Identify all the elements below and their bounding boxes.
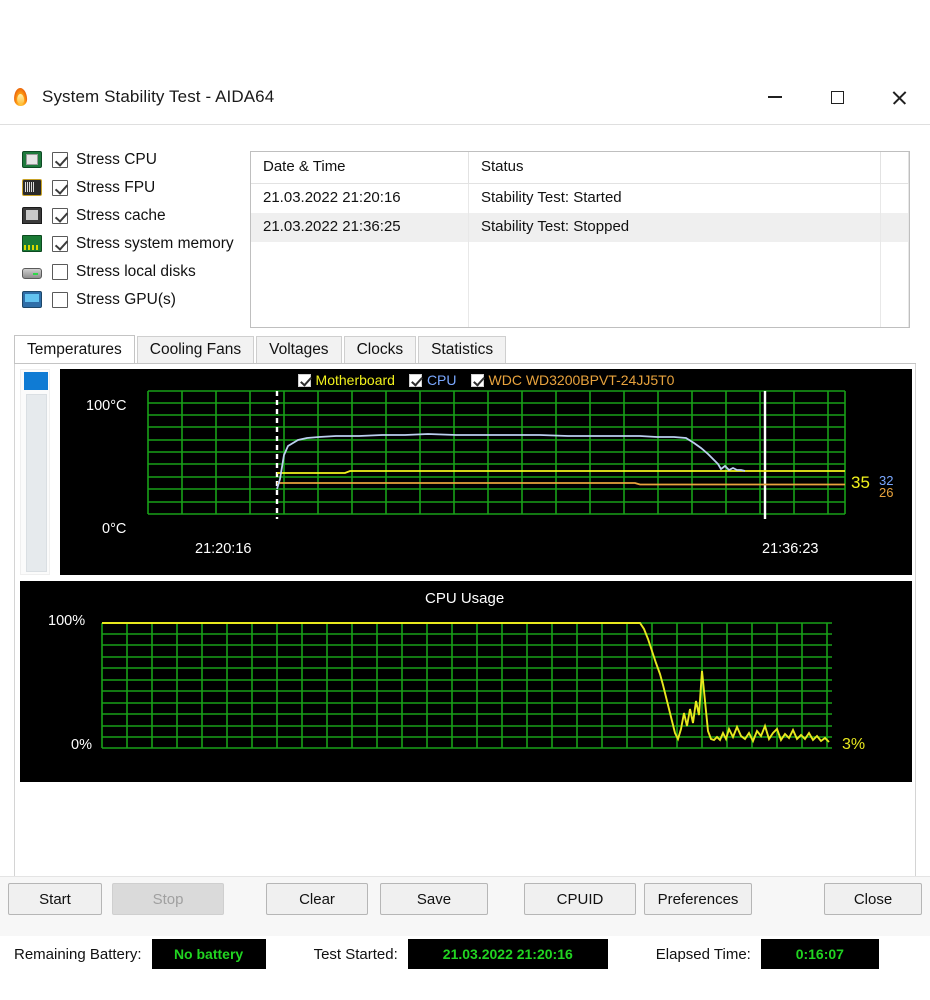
preferences-button[interactable]: Preferences <box>644 883 752 915</box>
charts-panel: Motherboard CPU WDC WD3200BPVT-24JJ5T0 1… <box>14 364 916 926</box>
cell-spacer <box>881 213 909 242</box>
flame-icon <box>10 86 32 108</box>
stress-cache-checkbox[interactable] <box>52 207 68 224</box>
cell-status: Stability Test: Stopped <box>469 213 881 242</box>
remaining-battery-label: Remaining Battery: <box>14 945 142 963</box>
gpu-card-icon <box>22 291 42 308</box>
table-row[interactable]: 21.03.2022 21:36:25 Stability Test: Stop… <box>251 213 909 242</box>
clear-button[interactable]: Clear <box>266 883 368 915</box>
tab-label: Temperatures <box>27 340 122 358</box>
cpu-grid <box>101 622 832 749</box>
cell-datetime: 21.03.2022 21:20:16 <box>251 184 469 213</box>
scrollbar-track[interactable] <box>26 394 47 572</box>
cpuid-button[interactable]: CPUID <box>524 883 636 915</box>
table-header-row: Date & Time Status <box>251 152 909 184</box>
stress-local-disks-checkbox[interactable] <box>52 263 68 280</box>
temp-grid <box>147 390 846 515</box>
window-title: System Stability Test - AIDA64 <box>42 87 275 106</box>
table-row-empty <box>251 242 909 271</box>
start-button[interactable]: Start <box>8 883 102 915</box>
fpu-chip-icon <box>22 179 42 196</box>
tab-label: Clocks <box>356 341 404 358</box>
remaining-battery-value: No battery <box>151 939 266 969</box>
status-strip: Remaining Battery: No battery Test Start… <box>14 935 916 973</box>
cell-datetime: 21.03.2022 21:36:25 <box>251 213 469 242</box>
stress-fpu-label: Stress FPU <box>76 178 156 196</box>
cell-status: Stability Test: Started <box>469 184 881 213</box>
system-stability-test-window: System Stability Test - AIDA64 Stress CP… <box>0 0 930 1000</box>
stress-option-system-memory[interactable]: Stress system memory <box>22 231 252 256</box>
close-button[interactable]: Close <box>824 883 922 915</box>
cpu-chip-icon <box>22 151 42 168</box>
stress-gpus-checkbox[interactable] <box>52 291 68 308</box>
test-started-label: Test Started: <box>313 945 398 963</box>
tab-cooling-fans[interactable]: Cooling Fans <box>136 336 255 363</box>
temperatures-plot <box>147 390 846 519</box>
stress-option-cpu[interactable]: Stress CPU <box>22 147 252 172</box>
column-header-datetime: Date & Time <box>251 152 469 184</box>
cell-spacer <box>881 184 909 213</box>
stress-cache-label: Stress cache <box>76 206 166 224</box>
client-area: Stress CPU Stress FPU Stress cache Stres… <box>0 124 930 969</box>
button-bar: Start Stop Clear Save CPUID Preferences … <box>0 876 930 936</box>
tab-label: Voltages <box>269 341 329 358</box>
minimize-button[interactable] <box>744 70 806 124</box>
memory-module-icon <box>22 235 42 252</box>
stop-button[interactable]: Stop <box>112 883 224 915</box>
tab-temperatures[interactable]: Temperatures <box>14 335 135 363</box>
table-row[interactable]: 21.03.2022 21:20:16 Stability Test: Star… <box>251 184 909 213</box>
elapsed-time-label: Elapsed Time: <box>655 945 751 963</box>
title-bar: System Stability Test - AIDA64 <box>0 70 930 124</box>
tab-voltages[interactable]: Voltages <box>256 336 342 363</box>
hard-disk-icon <box>22 267 42 279</box>
stress-option-gpus[interactable]: Stress GPU(s) <box>22 287 252 312</box>
stress-system-memory-checkbox[interactable] <box>52 235 68 252</box>
tab-label: Statistics <box>431 341 494 358</box>
stress-option-local-disks[interactable]: Stress local disks <box>22 259 252 284</box>
stress-cpu-checkbox[interactable] <box>52 151 68 168</box>
stress-local-disks-label: Stress local disks <box>76 262 196 280</box>
close-window-button[interactable] <box>868 70 930 124</box>
column-header-status: Status <box>469 152 881 184</box>
stress-option-fpu[interactable]: Stress FPU <box>22 175 252 200</box>
cpu-usage-plot <box>101 622 832 749</box>
stress-system-memory-label: Stress system memory <box>76 234 234 252</box>
temperatures-chart: Motherboard CPU WDC WD3200BPVT-24JJ5T0 1… <box>60 369 912 575</box>
window-controls <box>744 70 930 124</box>
stress-gpus-label: Stress GPU(s) <box>76 290 176 308</box>
table-row-empty <box>251 300 909 327</box>
close-icon <box>891 89 907 105</box>
table-row-empty <box>251 271 909 300</box>
elapsed-time-value: 0:16:07 <box>760 939 879 969</box>
maximize-button[interactable] <box>806 70 868 124</box>
status-log-table[interactable]: Date & Time Status 21.03.2022 21:20:16 S… <box>250 151 910 328</box>
tab-label: Cooling Fans <box>149 341 242 358</box>
tab-statistics[interactable]: Statistics <box>418 336 507 363</box>
minimize-icon <box>768 96 782 98</box>
sensor-list-scrollbar[interactable] <box>20 369 50 575</box>
tab-clocks[interactable]: Clocks <box>343 336 417 363</box>
scrollbar-thumb[interactable] <box>24 372 48 390</box>
tab-bar: Temperatures Cooling Fans Voltages Clock… <box>14 335 916 364</box>
column-header-spacer <box>881 152 909 184</box>
stress-option-cache[interactable]: Stress cache <box>22 203 252 228</box>
test-started-value: 21.03.2022 21:20:16 <box>407 939 608 969</box>
stress-cpu-label: Stress CPU <box>76 150 157 168</box>
stress-fpu-checkbox[interactable] <box>52 179 68 196</box>
cache-module-icon <box>22 207 42 224</box>
cpu-usage-chart: CPU Usage 100% 0% 3% <box>20 581 912 782</box>
maximize-icon <box>830 90 844 104</box>
stress-options-list: Stress CPU Stress FPU Stress cache Stres… <box>22 147 252 315</box>
save-button[interactable]: Save <box>380 883 488 915</box>
